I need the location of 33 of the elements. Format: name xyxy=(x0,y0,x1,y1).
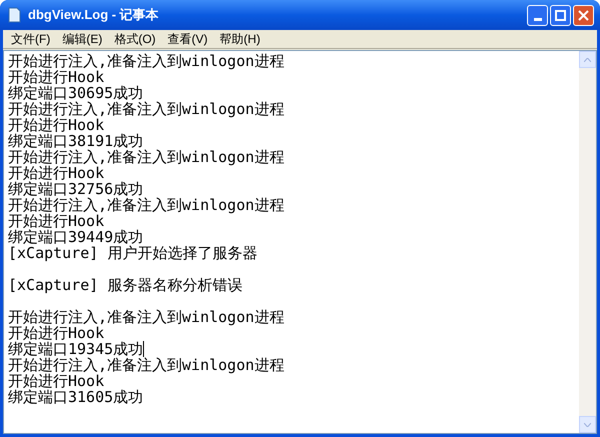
text-line: 绑定端口30695成功 xyxy=(8,85,144,101)
window-title: dbgView.Log - 记事本 xyxy=(28,6,159,24)
maximize-button[interactable] xyxy=(550,4,571,26)
text-line: 开始进行注入,准备注入到winlogon进程 xyxy=(8,53,286,69)
text-line: 开始进行注入,准备注入到winlogon进程 xyxy=(8,357,286,373)
maximize-icon xyxy=(555,10,566,20)
menu-item[interactable]: 文件(F) xyxy=(5,30,56,48)
text-line: 开始进行Hook xyxy=(8,69,104,85)
text-line: 绑定端口38191成功 xyxy=(8,133,144,149)
text-line: 开始进行Hook xyxy=(8,117,104,133)
menu-item[interactable]: 查看(V) xyxy=(162,30,214,48)
menu-item[interactable]: 格式(O) xyxy=(108,30,162,48)
close-icon xyxy=(578,10,589,20)
text-line: 开始进行Hook xyxy=(8,213,104,229)
text-line: 开始进行注入,准备注入到winlogon进程 xyxy=(8,149,286,165)
text-line: 绑定端口39449成功 xyxy=(8,229,144,245)
text-line: 开始进行注入,准备注入到winlogon进程 xyxy=(8,197,286,213)
close-button[interactable] xyxy=(573,4,594,26)
text-line: 开始进行注入,准备注入到winlogon进程 xyxy=(8,309,286,325)
text-line: 绑定端口19345成功 xyxy=(8,341,144,357)
text-line: [xCapture] 服务器名称分析错误 xyxy=(8,277,244,293)
minimize-icon xyxy=(534,18,542,20)
text-line: 开始进行注入,准备注入到winlogon进程 xyxy=(8,101,286,117)
text-line: 绑定端口32756成功 xyxy=(8,181,144,197)
text-line: 绑定端口31605成功 xyxy=(8,389,144,405)
menu-item[interactable]: 帮助(H) xyxy=(214,30,266,48)
notepad-icon xyxy=(6,7,22,23)
menu-item[interactable]: 编辑(E) xyxy=(56,30,108,48)
text-line: 开始进行Hook xyxy=(8,165,104,181)
minimize-button[interactable] xyxy=(527,4,548,26)
text-line: 开始进行Hook xyxy=(8,373,104,389)
text-line: 开始进行Hook xyxy=(8,325,104,341)
text-line: [xCapture] 用户开始选择了服务器 xyxy=(8,245,258,261)
